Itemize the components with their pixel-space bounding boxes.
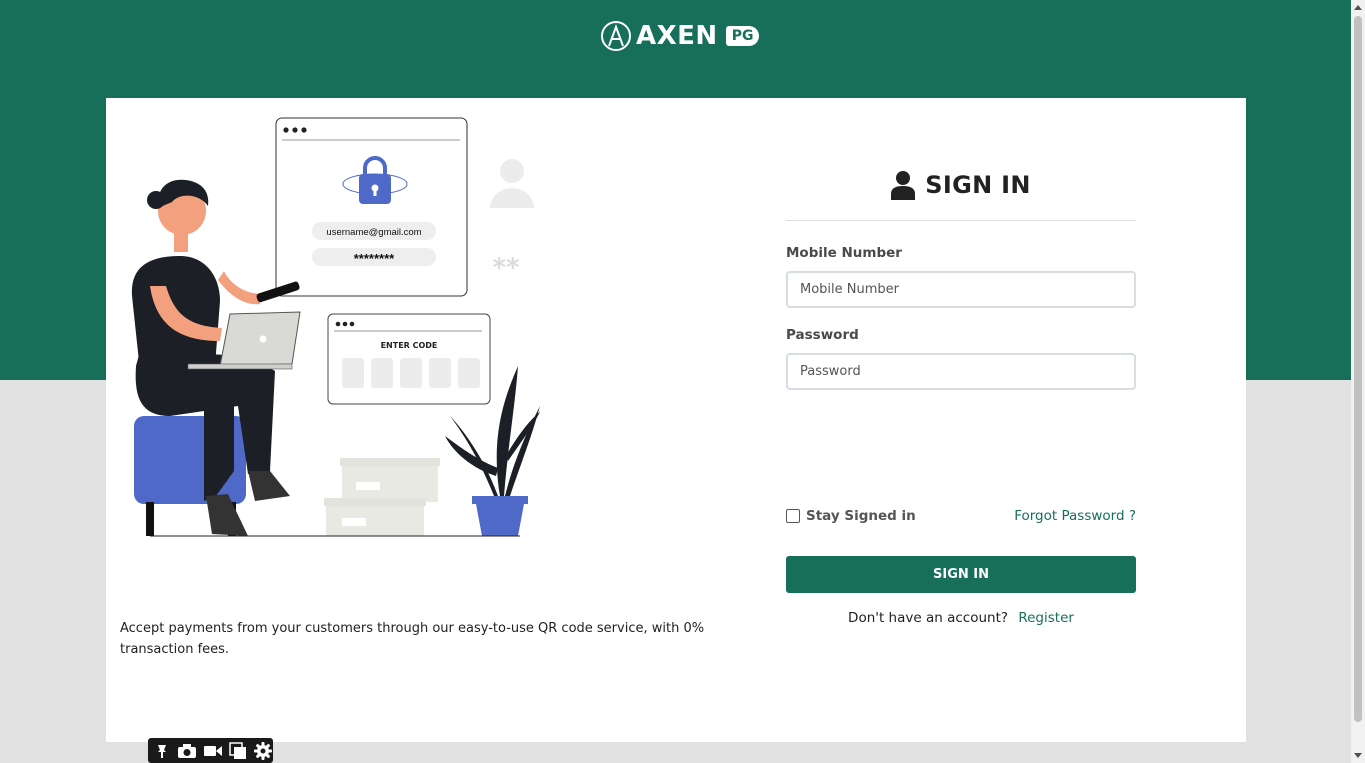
mobile-number-label: Mobile Number bbox=[786, 245, 902, 261]
gear-icon[interactable] bbox=[253, 741, 273, 761]
brand-logo: AXEN PG bbox=[600, 20, 760, 52]
video-icon[interactable] bbox=[202, 741, 222, 761]
stay-signed-in-label[interactable]: Stay Signed in bbox=[806, 508, 916, 524]
scroll-up-arrow-icon[interactable] bbox=[1354, 5, 1362, 10]
page-scrollbar[interactable] bbox=[1351, 0, 1365, 763]
mobile-number-input[interactable] bbox=[786, 271, 1136, 308]
register-row: Don't have an account? Register bbox=[786, 610, 1136, 626]
signin-form: SIGN IN Mobile Number Password bbox=[786, 158, 1136, 390]
password-input[interactable] bbox=[786, 353, 1136, 390]
floating-toolbar bbox=[148, 738, 273, 763]
illustration-asterisks: ** bbox=[492, 253, 520, 283]
signin-button[interactable]: SIGN IN bbox=[786, 556, 1136, 593]
signin-options-row: Stay Signed in Forgot Password ? bbox=[786, 508, 1136, 524]
login-card: username@gmail.com ******** ** ENTER COD… bbox=[106, 98, 1246, 742]
illustration-password-text: ******** bbox=[354, 251, 395, 266]
logo-mark-icon bbox=[601, 21, 631, 51]
signin-heading: SIGN IN bbox=[786, 158, 1136, 212]
register-link[interactable]: Register bbox=[1018, 610, 1074, 626]
illustration-email-text: username@gmail.com bbox=[326, 227, 421, 238]
stay-signed-in-toggle[interactable]: Stay Signed in bbox=[786, 508, 916, 524]
password-label: Password bbox=[786, 327, 859, 343]
camera-icon[interactable] bbox=[177, 741, 197, 761]
brand-badge: PG bbox=[725, 26, 760, 46]
scrollbar-thumb[interactable] bbox=[1354, 16, 1362, 722]
pin-icon[interactable] bbox=[152, 741, 172, 761]
register-prompt: Don't have an account? bbox=[848, 610, 1009, 626]
login-illustration: username@gmail.com ******** ** ENTER COD… bbox=[131, 117, 540, 537]
forgot-password-link[interactable]: Forgot Password ? bbox=[1014, 508, 1136, 524]
signin-title: SIGN IN bbox=[925, 171, 1031, 199]
heading-divider bbox=[786, 220, 1136, 221]
user-icon bbox=[891, 171, 916, 200]
brand-name: AXEN bbox=[636, 21, 718, 51]
tagline: Accept payments from your customers thro… bbox=[120, 621, 705, 657]
illustration-code-label: ENTER CODE bbox=[381, 341, 438, 350]
copy-icon[interactable] bbox=[228, 741, 248, 761]
stay-signed-in-checkbox[interactable] bbox=[786, 509, 800, 523]
scroll-down-arrow-icon[interactable] bbox=[1354, 753, 1362, 758]
